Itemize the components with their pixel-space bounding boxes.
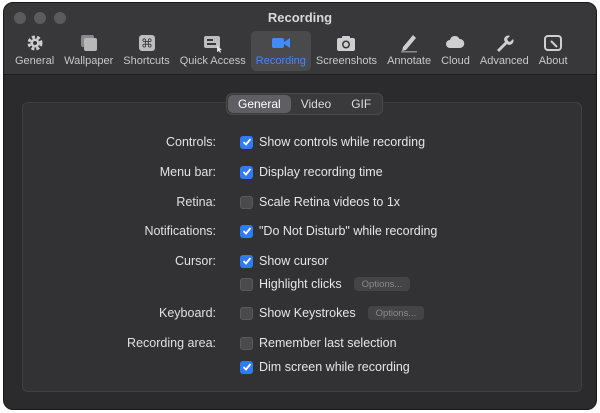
checkbox-unchecked-icon[interactable] [240,195,253,209]
show-cursor-checkbox[interactable]: Show cursor [240,254,328,268]
quick-access-icon [202,33,224,53]
highlight-clicks-options-button[interactable]: Options... [353,277,411,291]
setting-label: Keyboard: [159,306,216,320]
toolbar-label: Shortcuts [123,55,170,67]
do-not-disturb-checkbox[interactable]: "Do Not Disturb" while recording [240,224,437,238]
setting-label: Notifications: [144,224,216,238]
setting-row-keyboard: Keyboard: Show Keystrokes Options... [4,304,596,322]
toolbar-item-recording[interactable]: Recording [250,31,311,71]
checkbox-label: "Do Not Disturb" while recording [259,224,438,238]
checkbox-label: Highlight clicks [259,277,342,291]
toolbar-item-cloud[interactable]: Cloud [436,31,475,71]
keystrokes-options-button[interactable]: Options... [367,306,425,320]
toolbar-item-shortcuts[interactable]: ⌘ Shortcuts [118,31,174,71]
checkbox-unchecked-icon[interactable] [240,336,253,350]
setting-label: Recording area: [127,336,216,350]
gear-icon [24,33,46,53]
camera-icon [335,33,357,53]
setting-label: Menu bar: [159,165,216,179]
checkbox-checked-icon[interactable] [240,254,253,268]
title-bar: Recording General Wallpaper ⌘ Shortcuts [4,3,596,75]
toolbar-label: Screenshots [315,55,378,67]
cloud-icon [444,33,466,53]
checkbox-checked-icon[interactable] [240,135,253,149]
setting-row-dim-screen: Dim screen while recording [4,358,596,376]
setting-row-notifications: Notifications: "Do Not Disturb" while re… [4,222,596,240]
setting-label: Controls: [165,135,216,149]
toolbar-item-wallpaper[interactable]: Wallpaper [59,31,118,71]
toolbar-label: Advanced [479,55,529,67]
preferences-window: Recording General Wallpaper ⌘ Shortcuts [3,2,597,410]
video-camera-icon [270,33,292,53]
highlight-clicks-checkbox[interactable]: Highlight clicks Options... [240,277,411,291]
toolbar-label: Recording [255,55,306,67]
toolbar-item-general[interactable]: General [10,31,59,71]
tab-gif[interactable]: GIF [341,95,381,113]
remember-last-selection-checkbox[interactable]: Remember last selection [240,336,397,350]
display-recording-time-checkbox[interactable]: Display recording time [240,165,383,179]
command-key-icon: ⌘ [136,33,158,53]
checkbox-checked-icon[interactable] [240,224,253,238]
setting-row-retina: Retina: Scale Retina videos to 1x [4,193,596,211]
toolbar-label: About [538,55,568,67]
toolbar-label: Wallpaper [64,55,114,67]
checkbox-label: Show controls while recording [259,135,426,149]
toolbar-label: Cloud [441,55,470,67]
show-controls-checkbox[interactable]: Show controls while recording [240,135,425,149]
checkbox-checked-icon[interactable] [240,165,253,179]
setting-row-highlight-clicks: Highlight clicks Options... [4,275,596,293]
toolbar-label: General [15,55,55,67]
setting-row-recording-area: Recording area: Remember last selection [4,334,596,352]
checkbox-checked-icon[interactable] [240,360,253,374]
checkbox-label: Display recording time [259,165,383,179]
dim-screen-checkbox[interactable]: Dim screen while recording [240,360,410,374]
checkbox-unchecked-icon[interactable] [240,306,253,320]
setting-label: Retina: [176,195,216,209]
preferences-toolbar: General Wallpaper ⌘ Shortcuts Quick Acce… [10,31,573,71]
window-title: Recording [267,10,333,25]
checkbox-label: Remember last selection [259,336,397,350]
setting-row-menu-bar: Menu bar: Display recording time [4,163,596,181]
show-keystrokes-checkbox[interactable]: Show Keystrokes Options... [240,306,425,320]
tab-switcher: General Video GIF [226,93,384,115]
tab-video[interactable]: Video [291,95,341,113]
toolbar-label: Quick Access [179,55,246,67]
checkbox-label: Show Keystrokes [259,306,356,320]
toolbar-item-screenshots[interactable]: Screenshots [311,31,382,71]
toolbar-item-advanced[interactable]: Advanced [475,31,534,71]
setting-row-cursor: Cursor: Show cursor [4,252,596,270]
scale-retina-checkbox[interactable]: Scale Retina videos to 1x [240,195,400,209]
tab-general[interactable]: General [228,95,291,113]
checkbox-label: Dim screen while recording [259,360,410,374]
toolbar-label: Annotate [387,55,432,67]
checkbox-label: Show cursor [259,254,329,268]
setting-label: Cursor: [175,254,216,268]
setting-row-controls: Controls: Show controls while recording [4,133,596,151]
toolbar-item-about[interactable]: About [534,31,573,71]
about-icon [542,33,564,53]
checkbox-unchecked-icon[interactable] [240,277,253,291]
wallpaper-icon [78,33,100,53]
toolbar-item-quick-access[interactable]: Quick Access [175,31,251,71]
checkbox-label: Scale Retina videos to 1x [259,195,401,209]
pencil-icon [398,33,420,53]
toolbar-item-annotate[interactable]: Annotate [382,31,436,71]
svg-text:⌘: ⌘ [141,37,153,51]
wrench-icon [493,33,515,53]
